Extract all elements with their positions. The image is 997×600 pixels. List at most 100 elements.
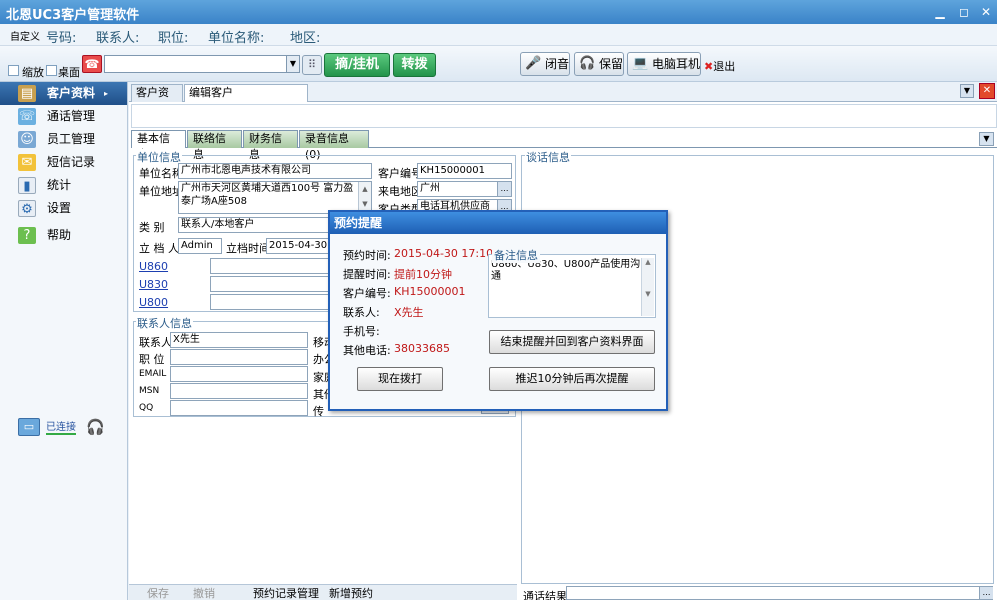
envelope-icon: ✉ [18, 154, 36, 171]
u830-field[interactable] [210, 276, 330, 292]
scrollbar-icon[interactable]: ▲ ▼ [641, 258, 654, 316]
info-row: 自定义 号码: 联系人: 职位: 单位名称: 地区: [0, 24, 997, 46]
tab-recording-info[interactable]: 录音信息(0) [299, 130, 369, 161]
u860-field[interactable] [210, 258, 330, 274]
sidebar-item-customer[interactable]: ▤ 客户资料 ▸ [0, 82, 127, 105]
edit-header-strip [131, 104, 997, 128]
company-address-label: 单位地址 [139, 185, 183, 198]
keypad-icon[interactable]: ⠿ [302, 55, 322, 75]
contact-name-field[interactable]: X先生 [170, 332, 308, 348]
create-time-label: 立档时间 [226, 242, 270, 255]
close-icon[interactable]: ✕ [978, 4, 994, 20]
company-name-label: 单位名称 [139, 167, 183, 180]
link-u860[interactable]: U860 [139, 260, 168, 273]
creator-field[interactable]: Admin [178, 238, 222, 254]
remind-time-label: 提醒时间: [343, 268, 391, 281]
hold-button[interactable]: 🎧 保留 [574, 52, 624, 76]
chevron-down-icon[interactable]: ▼ [286, 56, 299, 72]
sidebar-item-help[interactable]: ? 帮助 [0, 224, 127, 247]
dialog-title: 预约提醒 [330, 212, 666, 234]
sidebar-item-stats[interactable]: ▮ 统计 [0, 174, 127, 197]
settings-icon: ⚙ [18, 200, 36, 217]
msn-field[interactable] [170, 383, 308, 399]
staff-icon: ☺ [18, 131, 36, 148]
new-appointment-button[interactable]: 新增预约 [329, 586, 373, 600]
company-name-field[interactable]: 广州市北恩电声技术有限公司 [178, 163, 372, 179]
sidebar-item-label: 客户资料 [47, 86, 96, 100]
call-result-field[interactable] [566, 586, 993, 600]
end-reminder-button[interactable]: 结束提醒并回到客户资料界面 [489, 330, 655, 354]
bottom-action-bar: 保存 撤销 预约记录管理 新增预约 [129, 584, 517, 600]
region-label: 地区: [290, 31, 321, 46]
sidebar-item-label: 员工管理 [47, 132, 96, 146]
chevron-right-icon: ▸ [104, 89, 109, 98]
call-result-label: 通话结果 [523, 590, 567, 600]
create-time-field[interactable]: 2015-04-30 16 [266, 238, 330, 254]
sub-tab-bar: 基本信息 联络信息 财务信息 录音信息(0) ▼ [131, 130, 997, 161]
tab-contact-info[interactable]: 联络信息 [187, 130, 242, 161]
sidebar-item-sms[interactable]: ✉ 短信记录 [0, 151, 127, 174]
tab-customer-data[interactable]: 客户资料 [131, 84, 183, 115]
mute-button[interactable]: 🎤 闭音 [520, 52, 570, 76]
email-field[interactable] [170, 366, 308, 382]
sidebar-item-label: 通话管理 [47, 109, 96, 123]
company-label: 单位名称: [208, 31, 265, 46]
headset-icon: 🎧 [579, 56, 596, 71]
contact-position-field[interactable] [170, 349, 308, 365]
shrink-checkbox[interactable] [8, 65, 19, 76]
close-tab-icon[interactable]: ✕ [979, 83, 995, 99]
contact-label: 联系人: [343, 306, 380, 319]
position-label: 职位: [158, 31, 189, 46]
connection-status: ▭ 已连接 🎧 [18, 416, 108, 442]
other-phone-label: 其他电话: [343, 344, 391, 357]
cust-no-value: KH15000001 [394, 285, 466, 298]
link-u830[interactable]: U830 [139, 278, 168, 291]
title-bar: 北恩UC3客户管理软件 ▁ ◻ ✕ [0, 0, 997, 24]
other-phone-value: 38033685 [394, 342, 450, 355]
help-icon: ? [18, 227, 36, 244]
window-title: 北恩UC3客户管理软件 [6, 8, 140, 23]
dial-now-button[interactable]: 现在拨打 [357, 367, 443, 391]
desktop-checkbox[interactable] [46, 65, 57, 76]
category-field[interactable]: 联系人/本地客户 [178, 217, 330, 233]
tab-edit-customer[interactable]: 编辑客户[KH15000001] [184, 84, 308, 115]
exit-button[interactable]: ✖退出 [704, 58, 735, 74]
pc-headset-button[interactable]: 💻 电脑耳机 [627, 52, 701, 76]
custom-label[interactable]: 自定义 [10, 28, 40, 43]
transfer-button[interactable]: 转拨 [393, 53, 436, 77]
minimize-icon[interactable]: ▁ [932, 4, 948, 20]
dial-input[interactable] [104, 55, 300, 73]
scrollbar-icon[interactable]: ▲ ▼ [358, 182, 371, 213]
pc-headset-label: 电脑耳机 [652, 57, 701, 71]
sidebar-item-call-mgmt[interactable]: ☏ 通话管理 [0, 105, 127, 128]
more-icon[interactable]: … [979, 587, 993, 599]
maximize-icon[interactable]: ◻ [956, 4, 972, 20]
u800-field[interactable] [210, 294, 330, 310]
chevron-down-icon[interactable]: ▼ [979, 132, 994, 146]
cust-no-field[interactable]: KH15000001 [417, 163, 512, 179]
tab-basic-info[interactable]: 基本信息 [131, 130, 186, 161]
connection-label: 已连接 [46, 418, 76, 435]
pickup-hangup-button[interactable]: 摘/挂机 [324, 53, 390, 77]
hold-label: 保留 [599, 57, 624, 71]
appointment-mgmt-button[interactable]: 预约记录管理 [253, 586, 319, 600]
email-label: EMAIL [139, 369, 167, 379]
mute-label: 闭音 [545, 57, 570, 71]
save-button[interactable]: 保存 [147, 586, 169, 600]
snooze-button[interactable]: 推迟10分钟后再次提醒 [489, 367, 655, 391]
phone-icon[interactable]: ☎ [82, 55, 102, 73]
sidebar-item-settings[interactable]: ⚙ 设置 [0, 197, 127, 220]
remind-time-value: 提前10分钟 [394, 268, 452, 281]
customer-card-icon: ▤ [18, 85, 36, 102]
creator-label: 立 档 人 [139, 242, 179, 255]
call-region-label: 来电地区 [378, 185, 422, 198]
remark-title: 备注信息 [492, 247, 540, 263]
sidebar-item-staff[interactable]: ☺ 员工管理 [0, 128, 127, 151]
qq-field[interactable] [170, 400, 308, 416]
cancel-button[interactable]: 撤销 [193, 586, 215, 600]
chevron-down-icon[interactable]: ▼ [960, 84, 974, 98]
tab-finance-info[interactable]: 财务信息 [243, 130, 298, 161]
more-icon[interactable]: … [497, 182, 511, 196]
appointment-reminder-dialog: 预约提醒 预约时间: 2015-04-30 17:10 提醒时间: 提前10分钟… [328, 210, 668, 411]
link-u800[interactable]: U800 [139, 296, 168, 309]
